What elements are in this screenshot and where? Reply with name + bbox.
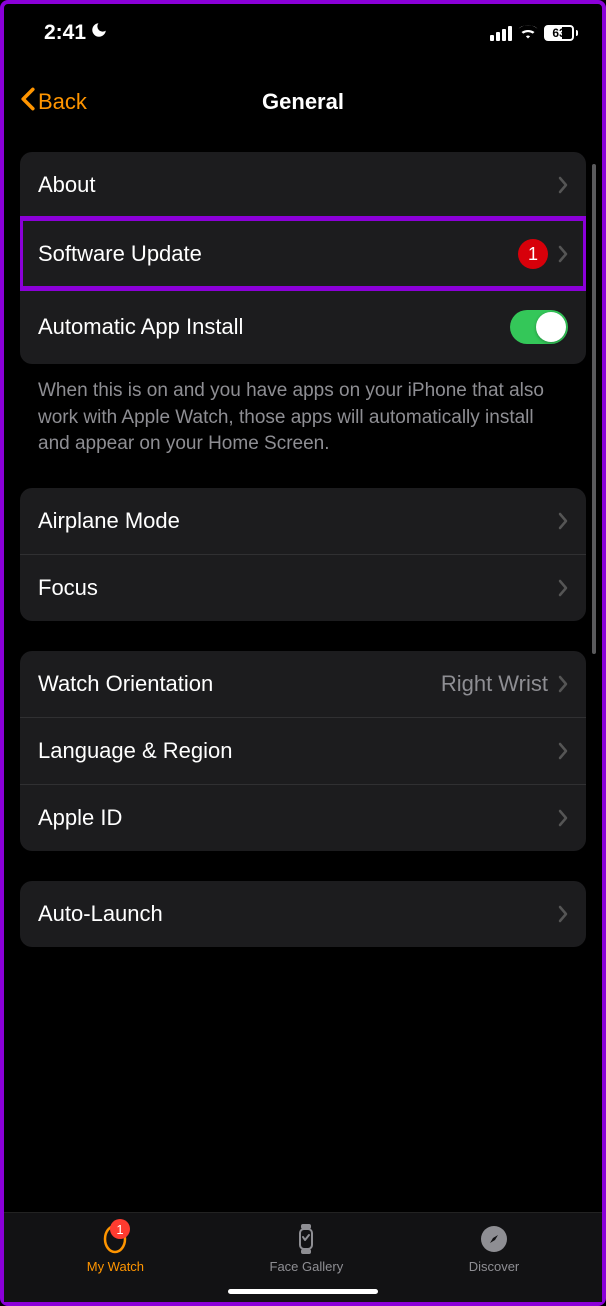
status-time: 2:41 bbox=[44, 21, 86, 45]
scrollbar[interactable] bbox=[592, 164, 596, 654]
orientation-value: Right Wrist bbox=[441, 671, 548, 697]
chevron-right-icon bbox=[558, 579, 568, 597]
tab-label: Discover bbox=[469, 1259, 520, 1274]
tab-label: My Watch bbox=[87, 1259, 144, 1274]
about-row[interactable]: About bbox=[20, 152, 586, 218]
chevron-right-icon bbox=[558, 176, 568, 194]
section-general-1: About Software Update 1 Automatic App In… bbox=[20, 152, 586, 364]
apple-id-label: Apple ID bbox=[38, 805, 122, 831]
nav-bar: Back General bbox=[4, 74, 602, 130]
compass-icon bbox=[478, 1223, 510, 1255]
tab-label: Face Gallery bbox=[270, 1259, 344, 1274]
page-title: General bbox=[4, 89, 602, 115]
chevron-right-icon bbox=[558, 905, 568, 923]
section-launch: Auto-Launch bbox=[20, 881, 586, 947]
focus-label: Focus bbox=[38, 575, 98, 601]
tab-badge: 1 bbox=[110, 1219, 130, 1239]
apple-id-row[interactable]: Apple ID bbox=[20, 784, 586, 851]
chevron-right-icon bbox=[558, 675, 568, 693]
focus-row[interactable]: Focus bbox=[20, 554, 586, 621]
language-region-row[interactable]: Language & Region bbox=[20, 717, 586, 784]
tab-my-watch[interactable]: 1 My Watch bbox=[87, 1223, 144, 1302]
language-label: Language & Region bbox=[38, 738, 233, 764]
software-update-label: Software Update bbox=[38, 241, 202, 267]
auto-install-label: Automatic App Install bbox=[38, 314, 243, 340]
auto-launch-label: Auto-Launch bbox=[38, 901, 163, 927]
chevron-right-icon bbox=[558, 809, 568, 827]
home-indicator[interactable] bbox=[228, 1289, 378, 1294]
airplane-label: Airplane Mode bbox=[38, 508, 180, 534]
about-label: About bbox=[38, 172, 96, 198]
do-not-disturb-icon bbox=[90, 21, 108, 45]
auto-launch-row[interactable]: Auto-Launch bbox=[20, 881, 586, 947]
content-area[interactable]: About Software Update 1 Automatic App In… bbox=[4, 130, 602, 1212]
status-bar: 2:41 63 bbox=[4, 4, 602, 58]
update-badge: 1 bbox=[518, 239, 548, 269]
wifi-icon bbox=[518, 23, 538, 44]
battery-icon: 63 bbox=[544, 25, 578, 41]
back-button[interactable]: Back bbox=[4, 87, 87, 117]
chevron-right-icon bbox=[558, 512, 568, 530]
software-update-row[interactable]: Software Update 1 bbox=[20, 218, 586, 289]
orientation-label: Watch Orientation bbox=[38, 671, 213, 697]
tab-bar: 1 My Watch Face Gallery Discover bbox=[4, 1212, 602, 1302]
section-identity: Watch Orientation Right Wrist Language &… bbox=[20, 651, 586, 851]
chevron-right-icon bbox=[558, 742, 568, 760]
section-modes: Airplane Mode Focus bbox=[20, 488, 586, 621]
status-indicators: 63 bbox=[490, 23, 578, 44]
auto-install-toggle[interactable] bbox=[510, 310, 568, 344]
orientation-row[interactable]: Watch Orientation Right Wrist bbox=[20, 651, 586, 717]
back-label: Back bbox=[38, 89, 87, 115]
chevron-right-icon bbox=[558, 245, 568, 263]
status-time-group: 2:41 bbox=[44, 21, 108, 45]
auto-install-row: Automatic App Install bbox=[20, 289, 586, 364]
watch-face-icon bbox=[290, 1223, 322, 1255]
tab-discover[interactable]: Discover bbox=[469, 1223, 520, 1302]
auto-install-description: When this is on and you have apps on you… bbox=[20, 364, 586, 458]
chevron-left-icon bbox=[20, 87, 36, 117]
airplane-mode-row[interactable]: Airplane Mode bbox=[20, 488, 586, 554]
cellular-icon bbox=[490, 26, 512, 41]
